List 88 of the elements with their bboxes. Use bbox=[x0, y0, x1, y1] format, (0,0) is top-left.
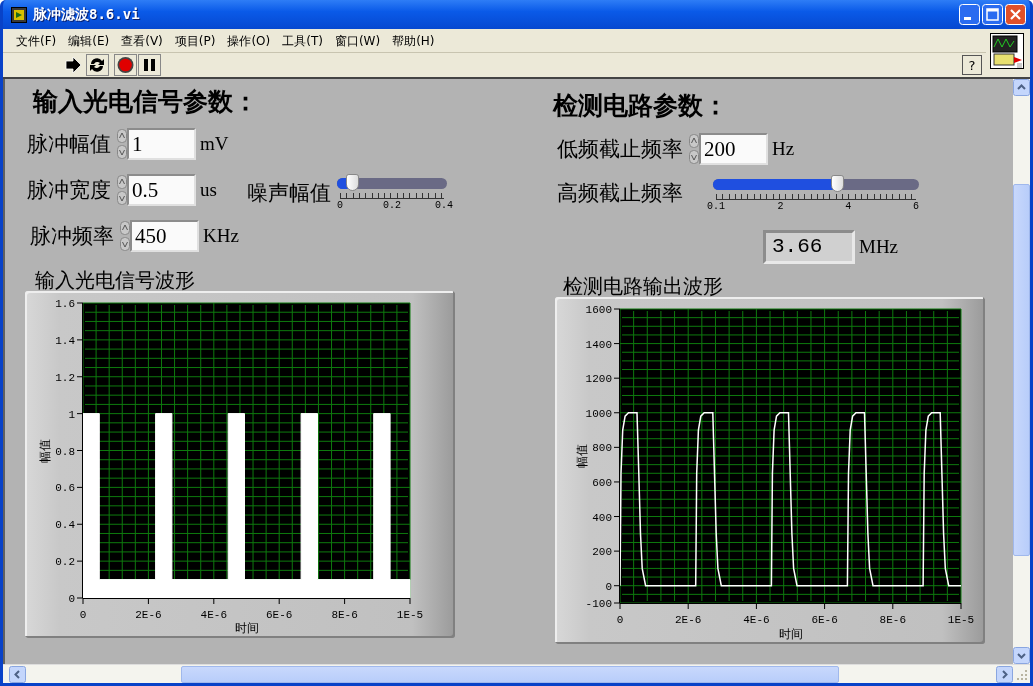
tick-label: 0.8 bbox=[55, 445, 75, 458]
tick-label: 6E-6 bbox=[266, 609, 293, 621]
stop-icon[interactable] bbox=[114, 54, 137, 76]
numeric-field[interactable]: 200 bbox=[699, 133, 768, 165]
numeric-indicator: 3.66 bbox=[763, 230, 855, 264]
unit-label: us bbox=[200, 179, 217, 201]
tick-label: 1 bbox=[68, 408, 75, 421]
scale-label: 0.1 bbox=[707, 201, 725, 212]
scroll-down-button[interactable] bbox=[1013, 647, 1030, 664]
tick-label: 0.4 bbox=[55, 519, 75, 532]
tick-label: 0 bbox=[68, 593, 75, 605]
section-heading: 检测电路参数： bbox=[553, 90, 729, 122]
minimize-button[interactable] bbox=[959, 4, 980, 25]
scroll-thumb[interactable] bbox=[181, 665, 839, 683]
tick-label: 0 bbox=[616, 614, 624, 626]
tick-label: 400 bbox=[592, 511, 612, 524]
unit-label: KHz bbox=[203, 225, 239, 247]
tick-label: 1.2 bbox=[55, 371, 75, 384]
tick-label: 4E-6 bbox=[743, 614, 770, 626]
numeric-field[interactable]: 0.5 bbox=[127, 174, 196, 206]
unit-label: MHz bbox=[859, 236, 899, 258]
tick-label: 600 bbox=[592, 476, 612, 489]
tick-label: 1E-5 bbox=[947, 614, 975, 626]
tick-label: 0 bbox=[79, 609, 87, 621]
scroll-thumb[interactable] bbox=[1013, 184, 1030, 556]
tick-label: 8E-6 bbox=[331, 609, 358, 621]
tick-label: 1000 bbox=[585, 407, 612, 420]
scroll-left-button[interactable] bbox=[9, 665, 26, 683]
scale-label: 0.4 bbox=[434, 200, 453, 211]
menu-item[interactable]: 窗口(W) bbox=[328, 33, 387, 50]
circular-arrows-icon[interactable] bbox=[86, 54, 109, 76]
tick-label: 4E-6 bbox=[200, 609, 227, 621]
control-label: 噪声幅值 bbox=[246, 180, 331, 207]
axis-title: 时间 bbox=[778, 627, 803, 641]
tick-label: -100 bbox=[585, 598, 612, 610]
vi-app-icon bbox=[11, 6, 27, 23]
control-label: 高频截止频率 bbox=[557, 180, 683, 207]
unit-label: mV bbox=[200, 133, 229, 155]
menu-item[interactable]: 编辑(E) bbox=[62, 33, 116, 50]
numeric-field[interactable]: 450 bbox=[130, 220, 199, 252]
tick-label: 800 bbox=[592, 442, 612, 455]
tick-label: 8E-6 bbox=[879, 614, 906, 626]
tick-label: 6E-6 bbox=[811, 614, 838, 626]
tick-label: 0 bbox=[605, 580, 612, 593]
unit-label: Hz bbox=[772, 138, 795, 160]
scale-label: 2 bbox=[777, 201, 784, 212]
graph-title: 检测电路输出波形 bbox=[562, 273, 724, 297]
vertical-scrollbar[interactable] bbox=[1013, 79, 1030, 664]
tick-label: 200 bbox=[592, 546, 612, 559]
scroll-right-button[interactable] bbox=[996, 665, 1013, 683]
control-label: 脉冲宽度 bbox=[27, 177, 111, 204]
tick-label: 2E-6 bbox=[675, 614, 702, 626]
menu-item[interactable]: 工具(T) bbox=[276, 33, 329, 50]
tick-label: 2E-6 bbox=[135, 609, 162, 621]
axis-title: 幅值 bbox=[38, 438, 52, 463]
tick-label: 0.6 bbox=[55, 482, 75, 495]
maximize-button[interactable] bbox=[982, 4, 1003, 25]
menu-item[interactable]: 查看(V) bbox=[115, 33, 169, 50]
help-button[interactable]: ? bbox=[962, 55, 982, 75]
tick-label: 1.4 bbox=[55, 334, 75, 347]
axis-title: 时间 bbox=[234, 621, 259, 635]
menu-item[interactable]: 文件(F) bbox=[10, 33, 63, 50]
scale-label: 4 bbox=[845, 201, 852, 212]
close-button[interactable] bbox=[1005, 4, 1026, 25]
scale-label: 6 bbox=[913, 201, 919, 212]
tick-label: 1200 bbox=[585, 373, 612, 386]
vi-icon bbox=[990, 33, 1024, 69]
pause-icon[interactable] bbox=[138, 54, 161, 76]
menu-item[interactable]: 操作(O) bbox=[221, 33, 277, 50]
tick-label: 1600 bbox=[585, 304, 612, 316]
graph-title: 输入光电信号波形 bbox=[34, 267, 196, 291]
scale-label: 0.2 bbox=[382, 200, 401, 211]
axis-title: 幅值 bbox=[575, 444, 589, 468]
tick-label: 1E-5 bbox=[396, 609, 424, 621]
menu-item[interactable]: 项目(P) bbox=[168, 33, 222, 50]
tick-label: 0.2 bbox=[55, 556, 75, 569]
control-label: 低频截止频率 bbox=[557, 136, 683, 163]
window-title: 脉冲滤波8.6.vi bbox=[33, 5, 140, 24]
control-label: 脉冲频率 bbox=[30, 223, 114, 250]
tick-label: 1400 bbox=[585, 338, 612, 351]
scroll-up-button[interactable] bbox=[1013, 79, 1030, 96]
menu-item[interactable]: 帮助(H) bbox=[386, 33, 441, 50]
scale-label: 0 bbox=[336, 200, 343, 211]
numeric-field[interactable]: 1 bbox=[127, 128, 196, 160]
control-label: 脉冲幅值 bbox=[27, 131, 111, 158]
tick-label: 1.6 bbox=[55, 298, 75, 310]
section-heading: 输入光电信号参数： bbox=[31, 86, 259, 118]
slider-thumb[interactable] bbox=[346, 174, 360, 191]
